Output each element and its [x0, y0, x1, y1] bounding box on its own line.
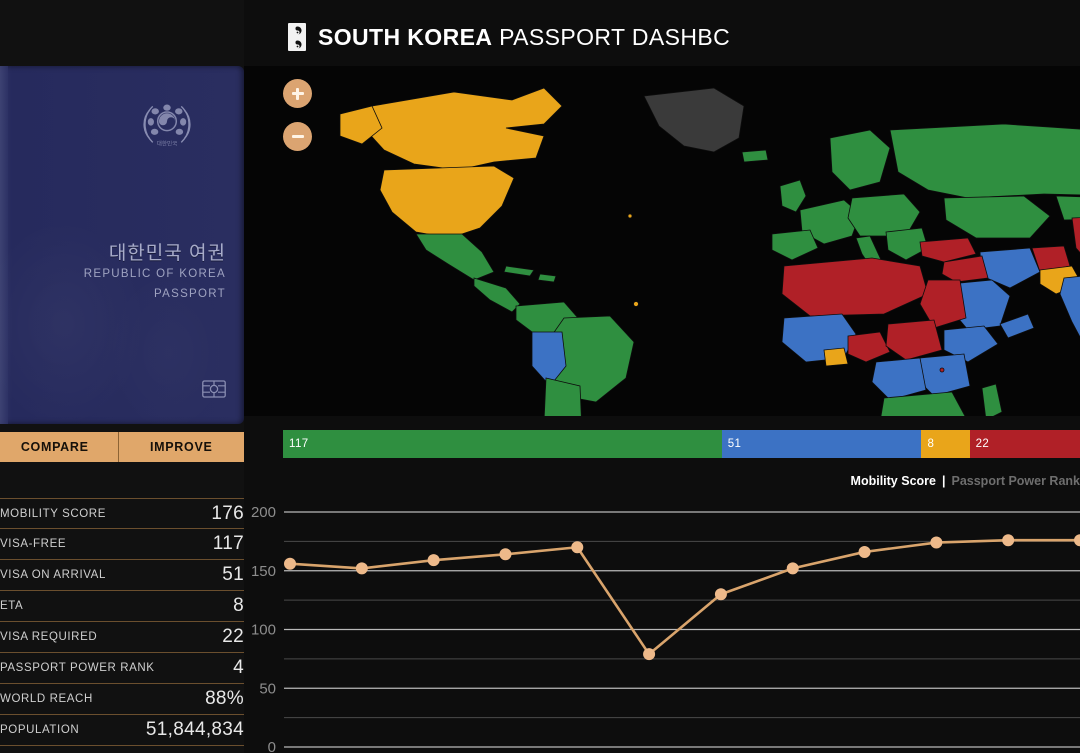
- legend-segment-visa-required[interactable]: 22: [969, 430, 1080, 458]
- zoom-out-icon[interactable]: [283, 122, 312, 151]
- chart-data-point[interactable]: [714, 588, 727, 601]
- mobility-score-chart: 0 50 100 150 200: [244, 498, 1080, 753]
- passport-cover-image: 대한민국 대한민국 여권 REPUBLIC OF KOREA PASSPORT: [0, 66, 244, 424]
- page-title-country: SOUTH KOREA: [318, 23, 493, 50]
- y-axis-tick-label: 100: [251, 622, 276, 639]
- table-row: VISA-FREE 117: [0, 529, 244, 560]
- stat-label: ETA: [0, 600, 24, 612]
- chart-data-point[interactable]: [930, 536, 943, 549]
- chart-line-series: [289, 538, 1080, 656]
- table-row: PASSPORT POWER RANK 4: [0, 653, 244, 684]
- y-axis-tick-label: 200: [251, 504, 276, 521]
- stat-label: MOBILITY SCORE: [0, 507, 106, 520]
- stat-value: 8: [233, 595, 244, 616]
- table-row: VISA REQUIRED 22: [0, 622, 244, 653]
- passport-subtitle-english: PASSPORT: [154, 288, 226, 300]
- action-buttons: COMPARE IMPROVE: [0, 432, 244, 462]
- stat-label: VISA REQUIRED: [0, 631, 98, 643]
- y-axis-tick-label: 0: [268, 739, 276, 753]
- table-row: WORLD REACH 88%: [0, 684, 244, 715]
- chart-data-point[interactable]: [284, 557, 296, 570]
- chart-data-points: [284, 534, 1080, 661]
- chart-gridlines: [284, 511, 1080, 748]
- compare-button[interactable]: COMPARE: [0, 432, 119, 462]
- improve-button[interactable]: IMPROVE: [118, 432, 244, 462]
- chart-data-point[interactable]: [643, 648, 656, 661]
- stat-value: 51: [222, 564, 244, 585]
- stat-value: 88%: [205, 688, 244, 709]
- passport-stats-table: MOBILITY SCORE 176 VISA-FREE 117 VISA ON…: [0, 498, 244, 746]
- passport-title-korean: 대한민국 여권: [108, 243, 226, 264]
- map-zoom-controls: [283, 79, 312, 151]
- tab-passport-power-rank[interactable]: Passport Power Rank: [951, 474, 1080, 488]
- y-axis-tick-label: 150: [251, 563, 276, 580]
- zoom-in-icon[interactable]: [283, 79, 312, 108]
- chart-data-point[interactable]: [355, 562, 368, 575]
- island-marker: [627, 213, 633, 219]
- page-header: SOUTH KOREA PASSPORT DASHBC: [244, 14, 730, 60]
- country-ghana-togo: [823, 347, 849, 367]
- world-map[interactable]: [244, 66, 1080, 416]
- chart-data-point[interactable]: [427, 554, 440, 567]
- page-title: SOUTH KOREA PASSPORT DASHBC: [318, 24, 730, 51]
- island-marker: [633, 301, 639, 307]
- page-title-suffix: PASSPORT DASHBC: [492, 23, 731, 50]
- korea-national-emblem-icon: 대한민국: [143, 104, 191, 147]
- legend-segment-eta[interactable]: 8: [921, 430, 970, 458]
- table-row: POPULATION 51,844,834: [0, 715, 244, 746]
- tab-separator: |: [941, 474, 946, 488]
- world-map-svg[interactable]: [244, 66, 1080, 416]
- south-korea-flag-icon: [288, 23, 306, 51]
- stat-value: 51,844,834: [145, 719, 244, 740]
- stat-value: 117: [212, 533, 244, 554]
- main-content: SOUTH KOREA PASSPORT DASHBC 117 51 8 22 …: [244, 0, 1080, 753]
- stat-label: VISA ON ARRIVAL: [0, 569, 106, 581]
- stat-value: 4: [233, 657, 244, 678]
- stat-value: 176: [211, 502, 244, 524]
- country-iceland: [741, 149, 769, 163]
- stat-label: POPULATION: [0, 724, 80, 736]
- chart-data-point[interactable]: [1002, 534, 1015, 547]
- svg-text:대한민국: 대한민국: [157, 139, 178, 147]
- chart-data-point[interactable]: [571, 541, 584, 554]
- stat-value: 22: [222, 626, 244, 647]
- biometric-chip-icon: [202, 380, 226, 398]
- stat-label: WORLD REACH: [0, 693, 93, 705]
- tab-mobility-score[interactable]: Mobility Score: [851, 474, 936, 488]
- table-row: ETA 8: [0, 591, 244, 622]
- stat-label: PASSPORT POWER RANK: [0, 662, 155, 674]
- visa-distribution-bar: 117 51 8 22: [283, 430, 1080, 458]
- chart-y-axis-labels: 0 50 100 150 200: [251, 504, 276, 753]
- table-row: MOBILITY SCORE 176: [0, 498, 244, 529]
- y-axis-tick-label: 50: [259, 680, 276, 697]
- island-marker: [939, 367, 945, 373]
- chart-tabs: Mobility Score | Passport Power Rank: [851, 474, 1080, 488]
- table-row: VISA ON ARRIVAL 51: [0, 560, 244, 591]
- legend-segment-visa-free[interactable]: 117: [283, 430, 722, 458]
- passport-dashboard-app: 대한민국 대한민국 여권 REPUBLIC OF KOREA PASSPORT …: [0, 0, 1080, 753]
- chart-data-point[interactable]: [1074, 534, 1080, 547]
- passport-title-english: REPUBLIC OF KOREA: [83, 268, 226, 280]
- sidebar: 대한민국 대한민국 여권 REPUBLIC OF KOREA PASSPORT …: [0, 0, 244, 753]
- mobility-score-chart-svg[interactable]: 0 50 100 150 200: [244, 498, 1080, 753]
- stat-label: VISA-FREE: [0, 538, 67, 550]
- legend-segment-visa-on-arrival[interactable]: 51: [721, 430, 922, 458]
- chart-data-point[interactable]: [858, 545, 871, 558]
- chart-data-point[interactable]: [786, 562, 799, 575]
- chart-data-point[interactable]: [499, 548, 512, 561]
